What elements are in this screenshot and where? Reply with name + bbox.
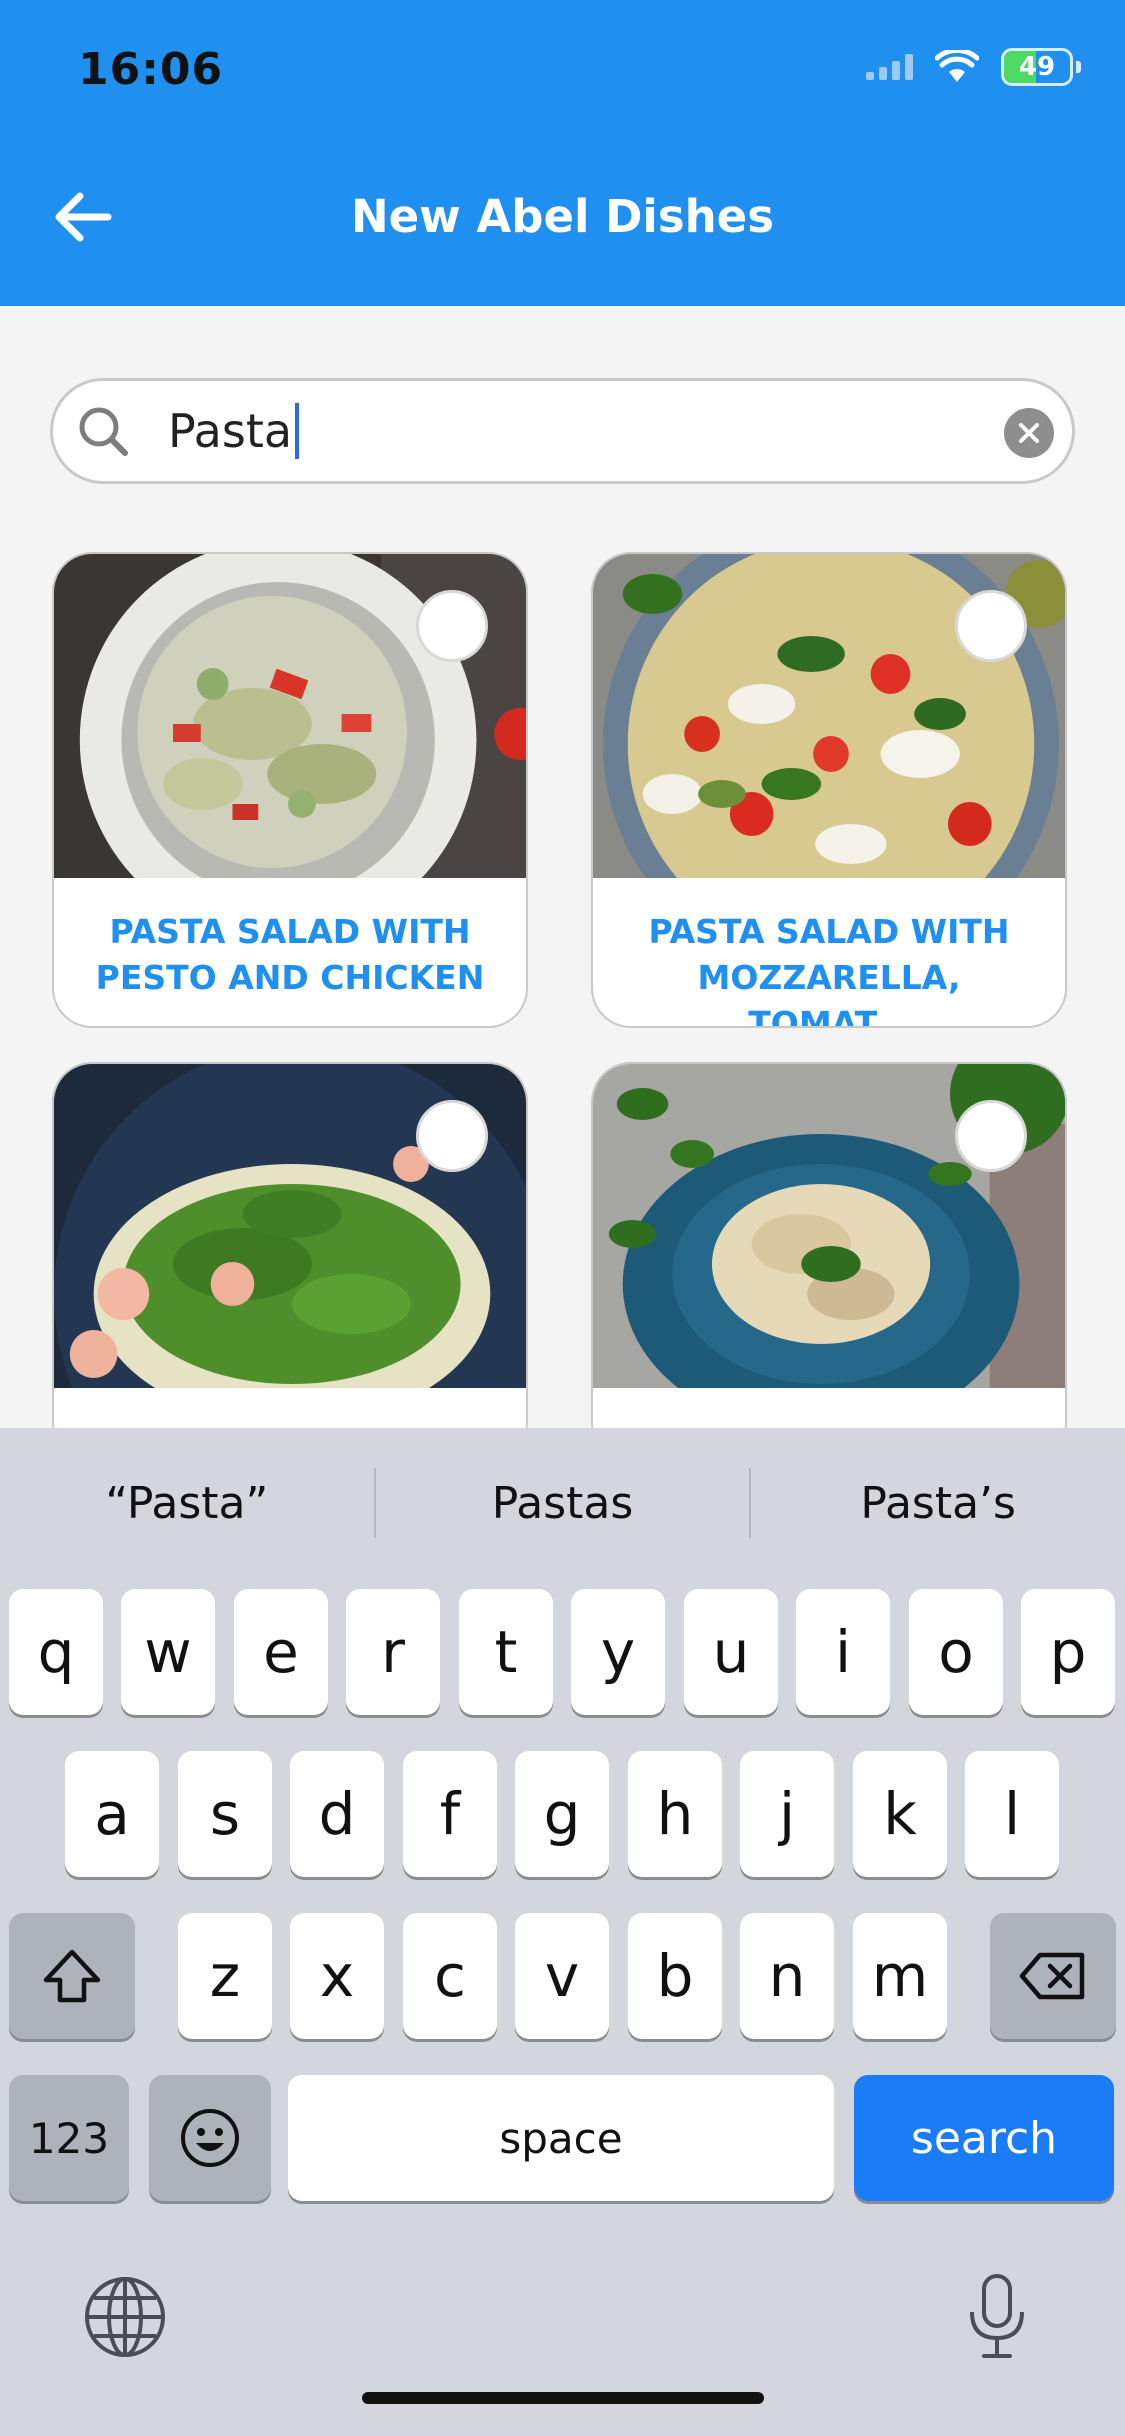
key-q[interactable]: q (9, 1589, 103, 1715)
backspace-icon (1019, 1952, 1085, 2000)
key-s[interactable]: s (178, 1751, 272, 1877)
search-input[interactable]: Pasta (168, 403, 300, 459)
search-input-value: Pasta (168, 404, 293, 458)
cellular-signal-icon (866, 54, 913, 80)
select-checkbox[interactable] (955, 1100, 1027, 1172)
key-f[interactable]: f (403, 1751, 497, 1877)
backspace-key[interactable] (990, 1913, 1116, 2039)
suggestion-item[interactable]: Pastas (376, 1478, 750, 1529)
key-w[interactable]: w (121, 1589, 215, 1715)
select-checkbox[interactable] (955, 590, 1027, 662)
on-screen-keyboard: “Pasta” Pastas Pasta’s q w e r t y u i o… (0, 1428, 1125, 2436)
key-a[interactable]: a (65, 1751, 159, 1877)
app-header: 16:06 49 New Abel Dishes (0, 0, 1125, 306)
key-m[interactable]: m (853, 1913, 947, 2039)
shift-icon (43, 1949, 101, 2003)
emoji-key[interactable] (149, 2075, 271, 2201)
key-n[interactable]: n (740, 1913, 834, 2039)
key-u[interactable]: u (684, 1589, 778, 1715)
emoji-icon (181, 2109, 239, 2167)
battery-cap (1076, 61, 1081, 73)
key-d[interactable]: d (290, 1751, 384, 1877)
microphone-icon[interactable] (962, 2272, 1032, 2362)
key-y[interactable]: y (571, 1589, 665, 1715)
key-e[interactable]: e (234, 1589, 328, 1715)
key-h[interactable]: h (628, 1751, 722, 1877)
globe-icon[interactable] (82, 2274, 168, 2360)
key-i[interactable]: i (796, 1589, 890, 1715)
key-k[interactable]: k (853, 1751, 947, 1877)
key-p[interactable]: p (1021, 1589, 1115, 1715)
autocomplete-bar: “Pasta” Pastas Pasta’s (0, 1428, 1125, 1578)
key-b[interactable]: b (628, 1913, 722, 2039)
dish-title: PASTA SALAD WITH PESTO AND CHICKEN (95, 912, 485, 997)
shift-key[interactable] (9, 1913, 135, 2039)
battery-icon: 49 (1001, 48, 1073, 86)
home-indicator[interactable] (362, 2392, 764, 2404)
dish-title: PASTA SALAD WITH MOZZARELLA, TOMAT... (648, 912, 1010, 1028)
key-c[interactable]: c (403, 1913, 497, 2039)
dish-card[interactable]: PASTA SALAD WITH MOZZARELLA, TOMAT... (591, 552, 1067, 1028)
key-j[interactable]: j (740, 1751, 834, 1877)
suggestion-item[interactable]: “Pasta” (0, 1478, 374, 1529)
status-time: 16:06 (78, 44, 224, 95)
key-r[interactable]: r (346, 1589, 440, 1715)
key-x[interactable]: x (290, 1913, 384, 2039)
dish-card[interactable] (52, 1062, 528, 1462)
numbers-key[interactable]: 123 (9, 2075, 129, 2201)
search-icon (79, 407, 128, 456)
key-g[interactable]: g (515, 1751, 609, 1877)
key-l[interactable]: l (965, 1751, 1059, 1877)
key-t[interactable]: t (459, 1589, 553, 1715)
key-v[interactable]: v (515, 1913, 609, 2039)
search-key[interactable]: search (854, 2075, 1114, 2201)
search-field[interactable]: Pasta (50, 378, 1075, 484)
close-icon (1019, 423, 1039, 443)
wifi-icon (935, 50, 979, 82)
dish-card[interactable]: PASTA SALAD WITH PESTO AND CHICKEN (52, 552, 528, 1028)
select-checkbox[interactable] (416, 1100, 488, 1172)
dish-card[interactable] (591, 1062, 1067, 1462)
select-checkbox[interactable] (416, 590, 488, 662)
key-o[interactable]: o (909, 1589, 1003, 1715)
page-title: New Abel Dishes (351, 190, 774, 243)
status-indicators: 49 (866, 48, 1081, 86)
space-key[interactable]: space (288, 2075, 834, 2201)
clear-search-button[interactable] (1004, 408, 1054, 458)
battery-percent: 49 (1018, 52, 1056, 82)
text-caret (295, 403, 300, 459)
key-z[interactable]: z (178, 1913, 272, 2039)
suggestion-item[interactable]: Pasta’s (751, 1478, 1125, 1529)
